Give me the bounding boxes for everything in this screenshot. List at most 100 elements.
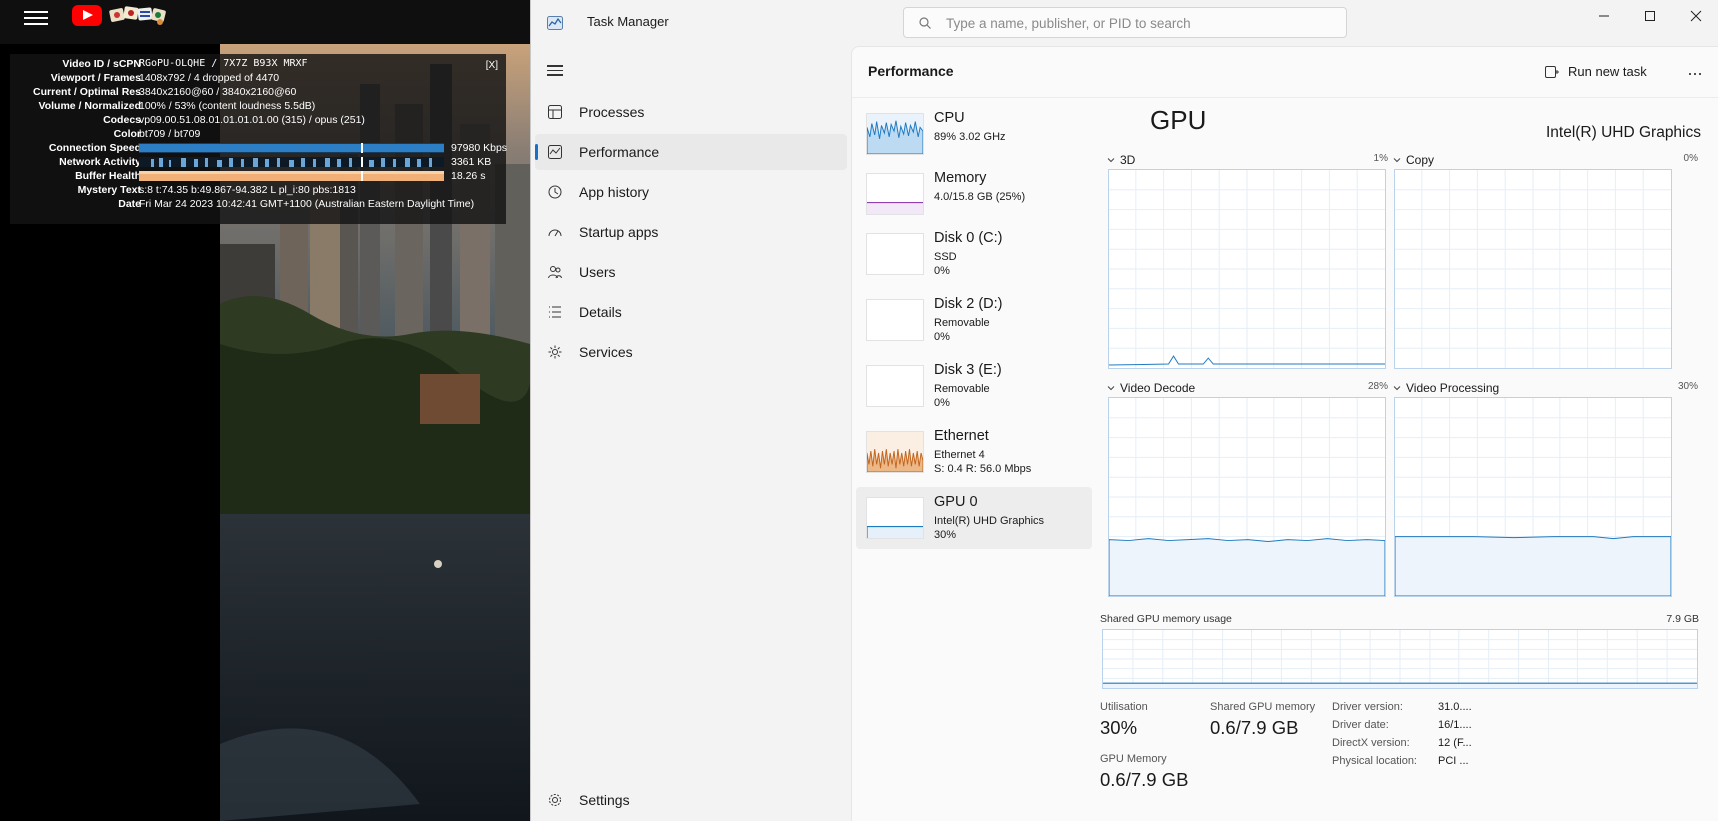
stat-value: 3361 KB	[451, 156, 492, 168]
performance-page: Performance Run new task ... CPU 89% 3.0…	[851, 46, 1718, 821]
device-memory[interactable]: Memory 4.0/15.8 GB (25%)	[856, 163, 1092, 225]
device-gpu-0[interactable]: GPU 0 Intel(R) UHD Graphics 30%	[856, 487, 1092, 549]
youtube-panel: [X] Video ID / sCPN RGoPU-OLQHE / 7X7Z B…	[0, 0, 530, 821]
disk-0-mini-graph	[866, 233, 924, 275]
shared-memory-label: Shared GPU memory usage	[1100, 613, 1232, 625]
chevron-down-icon[interactable]	[1106, 155, 1116, 165]
minimize-button[interactable]	[1581, 0, 1627, 32]
stat-label: Network Activity	[59, 156, 141, 168]
utilisation-value: 30%	[1100, 717, 1138, 738]
nav-label: Users	[579, 264, 616, 280]
nav-item-startup-apps[interactable]: Startup apps	[535, 214, 847, 250]
chevron-down-icon[interactable]	[1106, 383, 1116, 393]
details-icon	[549, 306, 561, 318]
chevron-down-icon[interactable]	[1392, 383, 1402, 393]
stat-label: Date	[118, 198, 141, 210]
engine-graph-video-decode: Video Decode 28%	[1106, 381, 1388, 601]
search-box[interactable]	[903, 7, 1347, 38]
nav-menu-icon[interactable]	[547, 62, 563, 76]
device-cpu[interactable]: CPU 89% 3.02 GHz	[856, 103, 1092, 165]
shared-memory-chart	[1102, 629, 1698, 689]
stat-row-color: Color bt709 / bt709	[10, 127, 506, 141]
device-usage: S: 0.4 R: 56.0 Mbps	[934, 463, 1032, 475]
stat-value: 18.26 s	[451, 170, 486, 182]
run-task-icon	[1545, 66, 1559, 78]
cpu-mini-graph	[866, 113, 924, 155]
stat-label: Video ID / sCPN	[62, 58, 141, 70]
engine-3d-chart	[1108, 169, 1386, 369]
stats-for-nerds-overlay: [X] Video ID / sCPN RGoPU-OLQHE / 7X7Z B…	[10, 54, 507, 224]
stat-label: Viewport / Frames	[50, 72, 141, 84]
task-manager-app-icon	[547, 16, 563, 30]
engine-selector[interactable]: 3D	[1120, 153, 1135, 167]
nav-item-services[interactable]: Services	[535, 334, 847, 370]
youtube-logo[interactable]	[72, 5, 102, 26]
engine-graph-3d: 3D 1%	[1106, 153, 1388, 373]
stat-row-mystery-text: Mystery Text s:8 t:74.35 b:49.867-94.382…	[10, 183, 506, 197]
stat-row-resolution: Current / Optimal Res 3840x2160@60 / 384…	[10, 85, 506, 99]
shared-gpu-memory-value: 0.6/7.9 GB	[1210, 717, 1299, 738]
header-divider	[852, 97, 1718, 98]
minimize-icon	[1599, 15, 1609, 17]
driver-version-value: 31.0....	[1438, 701, 1472, 713]
stat-row-connection-speed: Connection Speed 97980 Kbps	[10, 141, 507, 155]
engine-selector[interactable]: Video Processing	[1406, 381, 1499, 395]
physical-location-label: Physical location:	[1332, 755, 1417, 767]
device-disk-0[interactable]: Disk 0 (C:) SSD 0%	[856, 223, 1092, 285]
close-button[interactable]	[1673, 0, 1718, 32]
device-usage: 0%	[934, 331, 950, 343]
shared-gpu-memory-label: Shared GPU memory	[1210, 701, 1316, 713]
screen: [X] Video ID / sCPN RGoPU-OLQHE / 7X7Z B…	[0, 0, 1718, 821]
settings-gear-icon	[549, 794, 561, 806]
nav-item-processes[interactable]: Processes	[535, 94, 847, 130]
stat-row-network-activity: Network Activity 3361 KB	[10, 155, 506, 169]
maximize-icon	[1645, 11, 1655, 21]
youtube-topbar	[0, 0, 530, 44]
device-name: Ethernet	[934, 428, 989, 444]
maximize-button[interactable]	[1627, 0, 1673, 32]
device-disk-2[interactable]: Disk 2 (D:) Removable 0%	[856, 289, 1092, 351]
device-disk-3[interactable]: Disk 3 (E:) Removable 0%	[856, 355, 1092, 417]
stat-label: Current / Optimal Res	[33, 86, 141, 98]
stat-value: 1408x792 / 4 dropped of 4470	[139, 72, 280, 84]
stat-label: Buffer Health	[75, 170, 141, 182]
nav-label: App history	[579, 184, 650, 200]
directx-version-label: DirectX version:	[1332, 737, 1410, 749]
settings-label: Settings	[579, 792, 630, 808]
engine-percent: 28%	[1367, 381, 1388, 392]
gpu-memory-label: GPU Memory	[1100, 753, 1167, 765]
device-subtitle: 89% 3.02 GHz	[934, 131, 1006, 143]
device-usage: 0%	[934, 397, 950, 409]
driver-date-label: Driver date:	[1332, 719, 1389, 731]
engine-selector[interactable]: Video Decode	[1120, 381, 1195, 395]
stat-label: Mystery Text	[77, 184, 141, 196]
buffer-health-graph	[139, 171, 444, 181]
device-ethernet[interactable]: Ethernet Ethernet 4 S: 0.4 R: 56.0 Mbps	[856, 421, 1092, 483]
task-manager-window: Task Manager Processes	[530, 0, 1718, 821]
nav-label: Performance	[579, 144, 660, 160]
nav-item-performance[interactable]: Performance	[535, 134, 847, 170]
page-title: Performance	[868, 63, 954, 79]
performance-icon	[548, 145, 562, 159]
nav-label: Processes	[579, 104, 645, 120]
stat-row-volume: Volume / Normalized 100% / 53% (content …	[10, 99, 506, 113]
stat-value: 100% / 53% (content loudness 5.5dB)	[139, 100, 316, 112]
more-options-button[interactable]: ...	[1680, 59, 1710, 85]
engine-graph-copy: Copy 0%	[1392, 153, 1698, 373]
network-activity-graph	[139, 157, 444, 167]
youtube-doodle-icon[interactable]	[108, 3, 168, 27]
nav-item-app-history[interactable]: App history	[535, 174, 847, 210]
search-input[interactable]	[946, 14, 1336, 32]
youtube-menu-icon[interactable]	[24, 7, 48, 27]
disk-2-mini-graph	[866, 299, 924, 341]
connection-speed-graph	[139, 143, 444, 153]
nav-item-settings[interactable]: Settings	[535, 782, 847, 818]
nav-item-users[interactable]: Users	[535, 254, 847, 290]
engine-selector[interactable]: Copy	[1406, 153, 1434, 167]
stat-row-video-id: Video ID / sCPN RGoPU-OLQHE / 7X7Z B93X …	[10, 57, 506, 71]
nav-item-details[interactable]: Details	[535, 294, 847, 330]
utilisation-label: Utilisation	[1100, 701, 1148, 713]
users-icon	[548, 266, 562, 279]
chevron-down-icon[interactable]	[1392, 155, 1402, 165]
ethernet-mini-graph	[866, 431, 924, 473]
